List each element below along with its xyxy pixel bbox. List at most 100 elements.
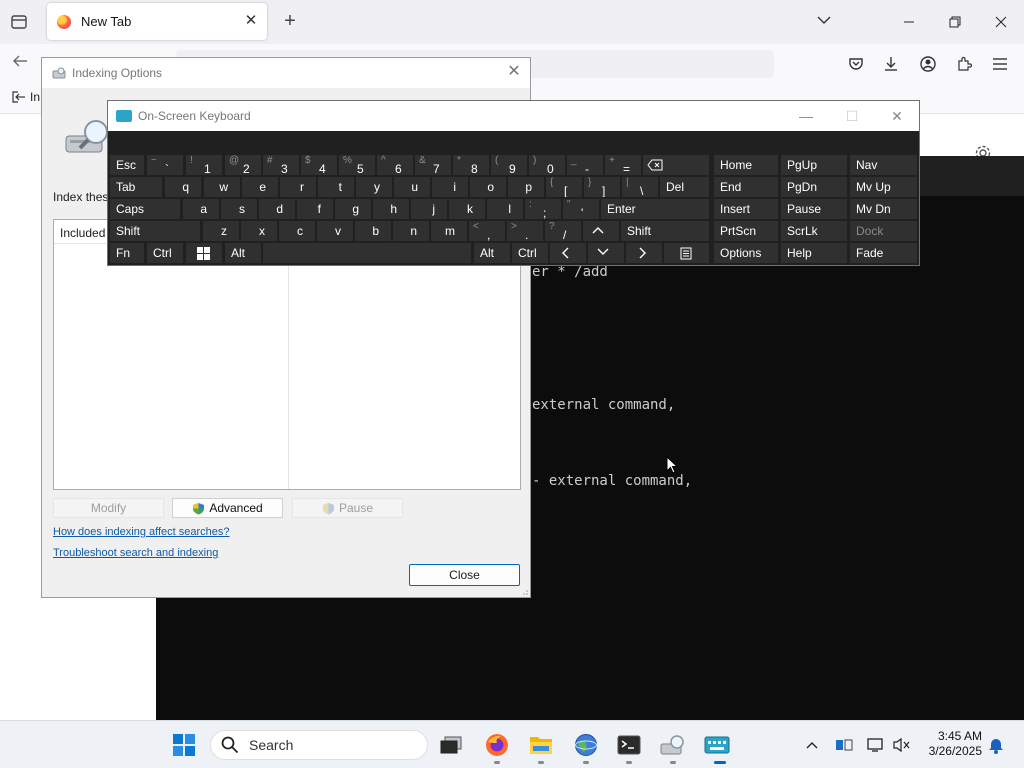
key-insert[interactable]: Insert: [714, 199, 778, 219]
tab-new-tab[interactable]: New Tab ✕: [47, 3, 267, 40]
start-windows-icon[interactable]: [171, 732, 197, 758]
key-end[interactable]: End: [714, 177, 778, 197]
key-tab[interactable]: Tab: [110, 177, 162, 197]
key-x[interactable]: x: [241, 221, 277, 241]
osk-close-icon[interactable]: ✕: [888, 107, 906, 125]
taskbar-clock[interactable]: 3:45 AM 3/26/2025: [922, 729, 982, 759]
key-l[interactable]: l: [487, 199, 523, 219]
key-3[interactable]: #3: [263, 155, 299, 175]
key-mv-up[interactable]: Mv Up: [850, 177, 917, 197]
key-u[interactable]: u: [394, 177, 430, 197]
key-period[interactable]: >.: [507, 221, 543, 241]
menu-icon[interactable]: [990, 54, 1010, 74]
bookmark-import[interactable]: In: [12, 90, 40, 104]
firefox-view-icon[interactable]: [8, 12, 30, 32]
key-semicolon[interactable]: :;: [525, 199, 561, 219]
troubleshoot-link[interactable]: Troubleshoot search and indexing: [53, 547, 218, 559]
key-alt-right[interactable]: Alt: [474, 243, 510, 263]
key-2[interactable]: @2: [225, 155, 261, 175]
key-q[interactable]: q: [165, 177, 201, 197]
key-backslash[interactable]: | \: [622, 177, 658, 197]
key-enter[interactable]: Enter: [601, 199, 709, 219]
key-minus[interactable]: _ -: [567, 155, 603, 175]
key-r[interactable]: r: [280, 177, 316, 197]
dialog-close-icon[interactable]: ✕: [506, 64, 522, 80]
key-caps[interactable]: Caps: [110, 199, 180, 219]
key-shift-right[interactable]: Shift: [621, 221, 709, 241]
file-explorer-icon[interactable]: [528, 732, 554, 758]
minimize-icon[interactable]: [895, 10, 923, 34]
key-t[interactable]: t: [318, 177, 354, 197]
key-left[interactable]: [550, 243, 586, 263]
control-panel-globe-icon[interactable]: [573, 732, 599, 758]
tab-close-icon[interactable]: ✕: [243, 13, 259, 29]
key-left-bracket[interactable]: {[: [546, 177, 582, 197]
key-ctrl-right[interactable]: Ctrl: [512, 243, 548, 263]
firefox-icon[interactable]: [484, 732, 510, 758]
key-equals[interactable]: + =: [605, 155, 641, 175]
key-mv-dn[interactable]: Mv Dn: [850, 199, 917, 219]
key-4[interactable]: $4: [301, 155, 337, 175]
key-fade[interactable]: Fade: [850, 243, 917, 263]
taskbar-search-box[interactable]: Search: [210, 730, 428, 760]
key-down[interactable]: [588, 243, 624, 263]
key-5[interactable]: % 5: [339, 155, 375, 175]
key-j[interactable]: j: [411, 199, 447, 219]
key-8[interactable]: * 8: [453, 155, 489, 175]
key-comma[interactable]: <,: [469, 221, 505, 241]
key-space[interactable]: [263, 243, 471, 263]
key-f[interactable]: f: [297, 199, 333, 219]
key-esc[interactable]: Esc: [110, 155, 144, 175]
key-k[interactable]: k: [449, 199, 485, 219]
chevron-down-icon[interactable]: [816, 12, 836, 32]
advanced-button[interactable]: Advanced: [172, 498, 283, 518]
download-icon[interactable]: [881, 54, 901, 74]
key-n[interactable]: n: [393, 221, 429, 241]
key-menu[interactable]: [664, 243, 709, 263]
key-right[interactable]: [626, 243, 662, 263]
key-help[interactable]: Help: [781, 243, 847, 263]
key-scrlk[interactable]: ScrLk: [781, 221, 847, 241]
key-p[interactable]: p: [508, 177, 544, 197]
resize-grip-icon[interactable]: [520, 587, 528, 595]
indexing-options-icon[interactable]: [660, 732, 686, 758]
key-quote[interactable]: " ': [563, 199, 599, 219]
key-i[interactable]: i: [432, 177, 468, 197]
key-prtscn[interactable]: PrtScn: [714, 221, 778, 241]
restore-icon[interactable]: [941, 10, 969, 34]
key-s[interactable]: s: [221, 199, 257, 219]
how-indexing-link[interactable]: How does indexing affect searches?: [53, 526, 230, 538]
key-backspace[interactable]: [643, 155, 709, 175]
key-slash[interactable]: ? /: [545, 221, 581, 241]
on-screen-keyboard-icon[interactable]: [704, 732, 730, 758]
key-backtick[interactable]: ~ `: [147, 155, 183, 175]
modify-button[interactable]: Modify: [53, 498, 164, 518]
key-y[interactable]: y: [356, 177, 392, 197]
key-options[interactable]: Options: [714, 243, 778, 263]
close-button[interactable]: Close: [409, 564, 520, 586]
key-g[interactable]: g: [335, 199, 371, 219]
key-b[interactable]: b: [355, 221, 391, 241]
key-up[interactable]: [583, 221, 619, 241]
key-1[interactable]: ! 1: [186, 155, 222, 175]
chevron-up-icon[interactable]: [802, 735, 822, 755]
key-home[interactable]: Home: [714, 155, 778, 175]
key-windows[interactable]: [186, 243, 222, 263]
key-h[interactable]: h: [373, 199, 409, 219]
pause-button[interactable]: Pause: [292, 498, 403, 518]
key-m[interactable]: m: [431, 221, 467, 241]
key-z[interactable]: z: [203, 221, 239, 241]
network-icon[interactable]: [866, 735, 886, 755]
key-shift-left[interactable]: Shift: [110, 221, 200, 241]
key-right-bracket[interactable]: }]: [584, 177, 620, 197]
minimize-icon[interactable]: —: [797, 107, 815, 125]
key-del[interactable]: Del: [660, 177, 709, 197]
volume-muted-icon[interactable]: [892, 735, 912, 755]
key-v[interactable]: v: [317, 221, 353, 241]
key-e[interactable]: e: [242, 177, 278, 197]
account-icon[interactable]: [918, 54, 938, 74]
extensions-icon[interactable]: [954, 54, 974, 74]
key-alt-left[interactable]: Alt: [225, 243, 261, 263]
key-a[interactable]: a: [183, 199, 219, 219]
new-tab-plus-icon[interactable]: +: [280, 11, 300, 33]
